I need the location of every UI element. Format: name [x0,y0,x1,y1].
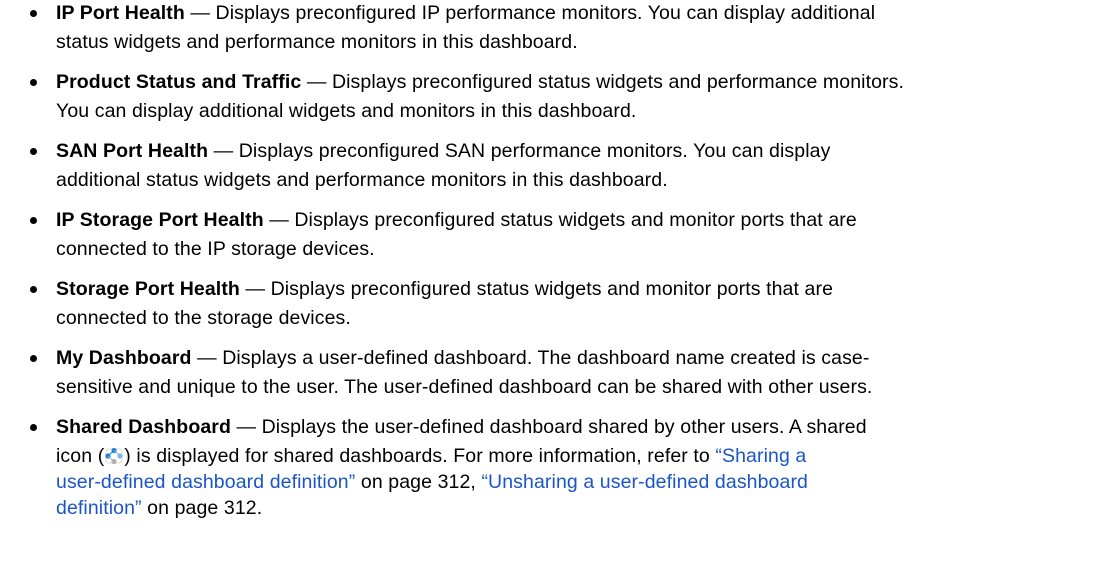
sharing-link[interactable]: “Sharing a [715,445,806,467]
item-description: — Displays preconfigured status widgets … [263,209,857,231]
item-term: My Dashboard [56,347,192,369]
item-description: connected to the IP storage devices. [56,238,375,260]
item-term: IP Port Health [56,2,185,24]
item-description: sensitive and unique to the user. The us… [56,376,873,398]
text-line: connected to the storage devices. [56,305,351,331]
item-description: You can display additional widgets and m… [56,100,637,122]
text-line: additional status widgets and performanc… [56,167,668,193]
text-line: Product Status and Traffic — Displays pr… [56,69,904,95]
text-line: sensitive and unique to the user. The us… [56,374,872,400]
item-description: icon ( [56,445,105,467]
item-description: — Displays a user-defined dashboard. The… [191,347,870,369]
item-term: SAN Port Health [56,140,209,162]
bullet-icon [30,148,37,155]
bullet-icon [30,10,37,17]
bullet-icon [30,424,37,431]
bullet-icon [30,79,37,86]
item-description: additional status widgets and performanc… [56,169,668,191]
shared-dashboard-icon [104,446,124,465]
text-line: Shared Dashboard — Displays the user-def… [56,414,867,440]
text-line: Storage Port Health — Displays preconfig… [56,276,833,302]
text-line: status widgets and performance monitors … [56,29,578,55]
text-line: icon ( ) is displayed for shared dashboa… [56,443,806,469]
item-description: — Displays preconfigured status widgets … [239,278,834,300]
bullet-icon [30,355,37,362]
item-description: on page 312, [355,471,482,493]
item-description: — Displays the user-defined dashboard sh… [230,416,867,438]
text-line: user-defined dashboard definition” on pa… [56,469,808,495]
text-line: IP Storage Port Health — Displays precon… [56,207,857,233]
item-description: status widgets and performance monitors … [56,31,578,53]
bullet-icon [30,217,37,224]
item-term: IP Storage Port Health [56,209,264,231]
item-description: — Displays preconfigured IP performance … [184,2,876,24]
text-line: You can display additional widgets and m… [56,98,636,124]
text-line: SAN Port Health — Displays preconfigured… [56,138,830,164]
text-line: My Dashboard — Displays a user-defined d… [56,345,869,371]
item-term: Shared Dashboard [56,416,231,438]
item-description: — Displays preconfigured SAN performance… [208,140,831,162]
item-term: Storage Port Health [56,278,240,300]
shared-dashboard-icon-graphic [105,447,123,465]
item-description: — Displays preconfigured status widgets … [301,71,905,93]
text-line: IP Port Health — Displays preconfigured … [56,0,875,26]
unsharing-link[interactable]: “Unsharing a user-defined dashboard [481,471,808,493]
item-description: connected to the storage devices. [56,307,351,329]
document-page: IP Port Health — Displays preconfigured … [0,0,1119,576]
text-line: connected to the IP storage devices. [56,236,375,262]
text-line: definition” on page 312. [56,495,262,521]
bullet-icon [30,286,37,293]
unsharing-link[interactable]: definition” [56,497,142,519]
item-term: Product Status and Traffic [56,71,302,93]
item-description: on page 312. [141,497,263,519]
sharing-link[interactable]: user-defined dashboard definition” [56,471,355,493]
item-description: ) is displayed for shared dashboards. Fo… [124,445,716,467]
